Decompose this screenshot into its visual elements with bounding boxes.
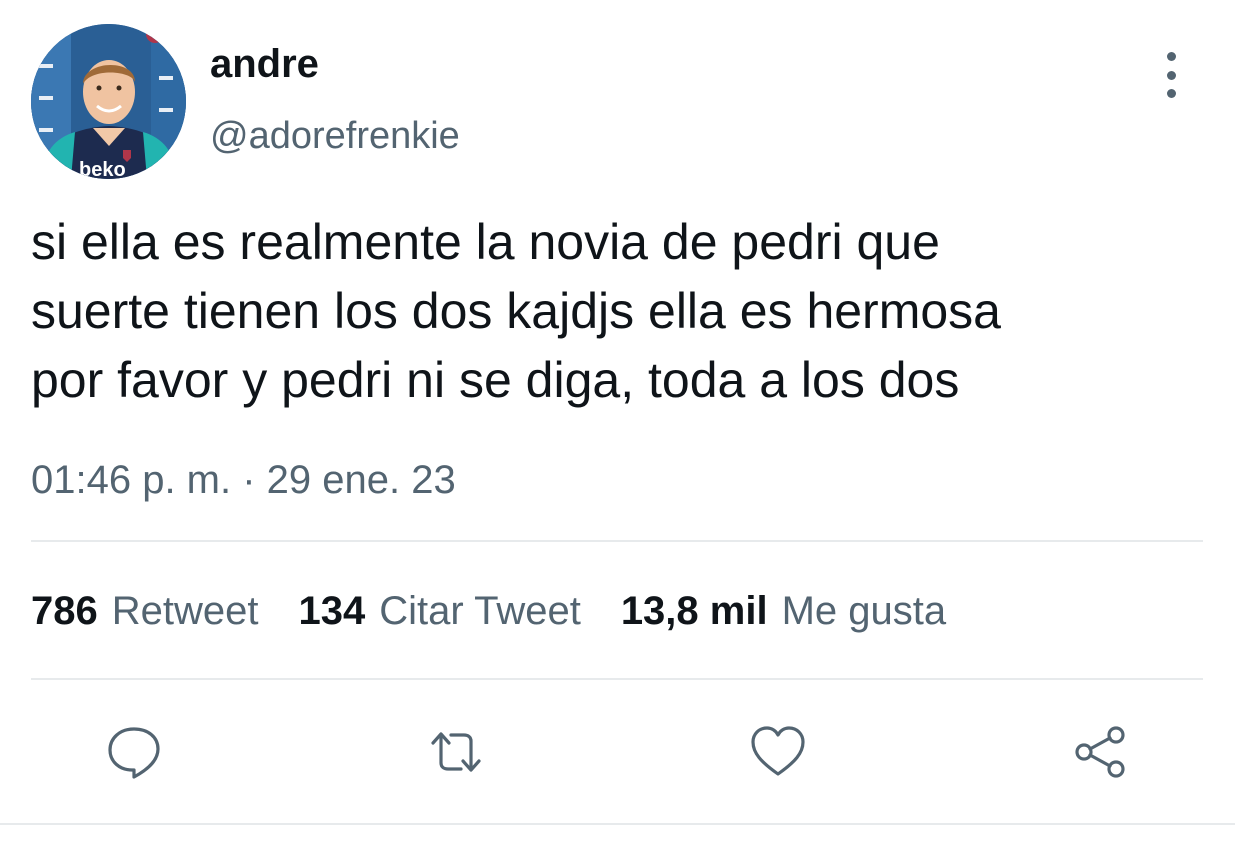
quote-count-number: 134 — [298, 589, 366, 633]
divider — [31, 540, 1203, 542]
username-handle[interactable]: @adorefrenkie — [210, 114, 460, 158]
svg-text:beko: beko — [79, 159, 126, 179]
heart-icon — [751, 726, 805, 776]
engagement-stats: 786 Retweet 134 Citar Tweet 13,8 mil Me … — [31, 586, 986, 636]
divider — [0, 823, 1235, 825]
retweet-arrows-icon — [431, 732, 481, 772]
share-nodes-icon — [1075, 726, 1125, 778]
quote-count[interactable]: 134 Citar Tweet — [299, 586, 581, 636]
tweet-detail: beko andre @adorefrenkie si ella es real… — [0, 0, 1235, 843]
profile-photo-icon: beko — [31, 24, 186, 179]
retweet-count-number: 786 — [31, 589, 98, 633]
retweet-count[interactable]: 786 Retweet — [31, 586, 259, 636]
quote-count-label: Citar Tweet — [379, 589, 581, 633]
like-count[interactable]: 13,8 mil Me gusta — [621, 586, 946, 636]
more-dot-icon — [1166, 52, 1176, 61]
speech-bubble-icon — [108, 727, 160, 779]
display-name[interactable]: andre — [210, 42, 319, 86]
retweet-count-label: Retweet — [111, 589, 259, 633]
tweet-text: si ella es realmente la novia de pedri q… — [31, 208, 1211, 415]
like-count-number: 13,8 mil — [620, 589, 768, 633]
share-button[interactable] — [1068, 720, 1132, 784]
tweet-text-line: si ella es realmente la novia de pedri q… — [31, 214, 940, 270]
more-dot-icon — [1166, 70, 1176, 80]
tweet-text-line: por favor y pedri ni se diga, toda a los… — [31, 352, 960, 408]
avatar[interactable]: beko — [31, 24, 186, 179]
tweet-text-line: suerte tienen los dos kajdjs ella es her… — [31, 283, 1001, 339]
like-button[interactable] — [746, 720, 810, 784]
reply-button[interactable] — [102, 720, 166, 784]
like-count-label: Me gusta — [781, 589, 947, 633]
retweet-button[interactable] — [424, 720, 488, 784]
more-options-button[interactable] — [1155, 52, 1187, 98]
divider — [31, 678, 1203, 680]
tweet-timestamp[interactable]: 01:46 p. m. · 29 ene. 23 — [31, 456, 456, 504]
more-dot-icon — [1166, 89, 1176, 98]
